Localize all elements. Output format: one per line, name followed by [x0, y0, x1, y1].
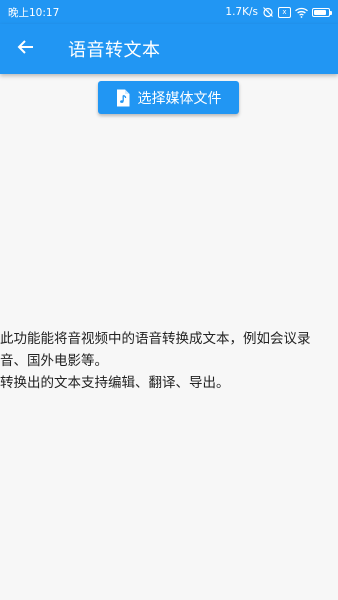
status-right: 1.7K/s x [225, 6, 332, 18]
music-file-icon [116, 89, 130, 107]
description: 此功能能将音视频中的语音转换成文本，例如会议录音、国外电影等。 转换出的文本支持… [0, 328, 338, 394]
status-time: 晚上10:17 [8, 6, 60, 19]
arrow-left-icon [17, 38, 35, 60]
battery-icon [312, 7, 332, 17]
network-speed: 1.7K/s [225, 6, 258, 18]
page-title: 语音转文本 [68, 40, 161, 61]
description-line-1: 此功能能将音视频中的语音转换成文本，例如会议录音、国外电影等。 [0, 331, 311, 369]
status-left: 晚上10:17 [8, 5, 59, 20]
select-media-file-button[interactable]: 选择媒体文件 [98, 81, 239, 114]
sim-icon: x [278, 6, 291, 18]
status-bar: 晚上10:17 1.7K/s x [0, 0, 338, 24]
back-button[interactable] [0, 24, 52, 74]
alarm-off-icon [262, 6, 274, 18]
wifi-icon [295, 7, 308, 18]
battery-fill [314, 9, 326, 15]
description-line-2: 转换出的文本支持编辑、翻译、导出。 [0, 375, 230, 391]
select-button-label: 选择媒体文件 [137, 90, 222, 107]
app-bar: 语音转文本 [0, 24, 338, 74]
